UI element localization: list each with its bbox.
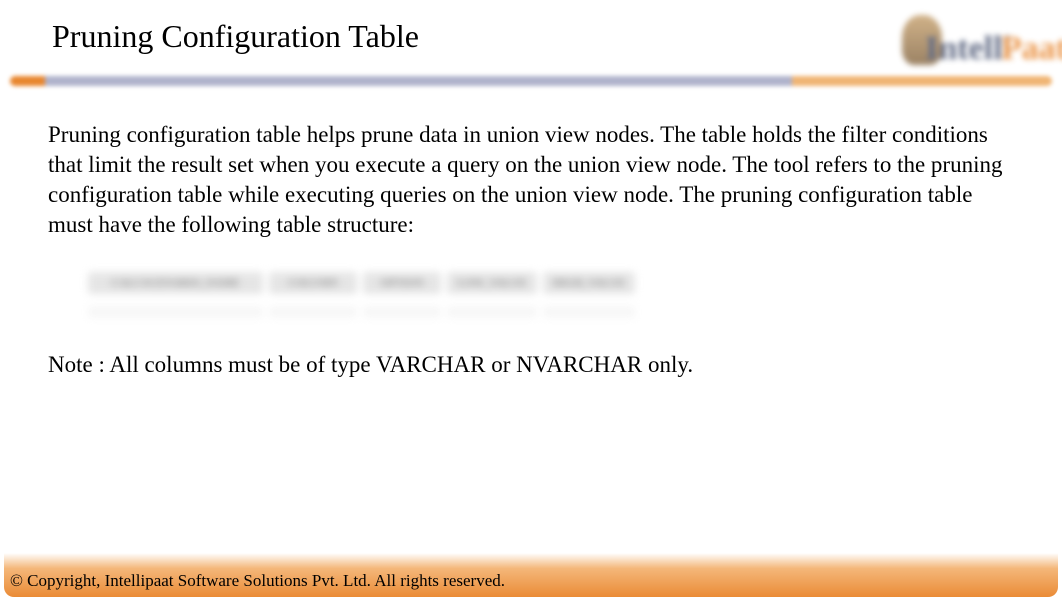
copyright-text: © Copyright, Intellipaat Software Soluti… xyxy=(10,571,505,590)
slide-content: Pruning configuration table helps prune … xyxy=(0,92,1062,378)
table-cell xyxy=(447,306,537,318)
logo-text-first: Intelli xyxy=(925,30,1012,68)
table-data-row xyxy=(84,306,714,330)
description-paragraph: Pruning configuration table helps prune … xyxy=(48,120,1014,240)
logo-text-second: Paat xyxy=(1001,30,1062,68)
table-column-header: OPTION xyxy=(363,272,441,294)
divider-segment-light-orange xyxy=(792,76,1052,86)
table-cell xyxy=(269,306,357,318)
table-cell xyxy=(543,306,635,318)
table-cell xyxy=(88,306,263,318)
table-header-row: CALCSCENARIO_NAME COLUMN OPTION LOW_VALU… xyxy=(84,268,714,298)
divider-segment-orange xyxy=(10,76,45,86)
note-text: Note : All columns must be of type VARCH… xyxy=(48,352,1014,378)
table-column-header: COLUMN xyxy=(269,272,357,294)
table-column-header: CALCSCENARIO_NAME xyxy=(88,272,263,294)
brand-logo: Intelli Paat xyxy=(892,10,1062,70)
table-column-header: HIGH_VALUE xyxy=(543,272,635,294)
table-structure-image: CALCSCENARIO_NAME COLUMN OPTION LOW_VALU… xyxy=(84,268,714,328)
header-divider xyxy=(10,76,1052,86)
divider-segment-gray xyxy=(45,76,792,86)
slide-header: Pruning Configuration Table Intelli Paat xyxy=(0,0,1062,92)
table-cell xyxy=(363,306,441,318)
slide-footer: © Copyright, Intellipaat Software Soluti… xyxy=(4,553,1058,597)
table-column-header: LOW_VALUE xyxy=(447,272,537,294)
